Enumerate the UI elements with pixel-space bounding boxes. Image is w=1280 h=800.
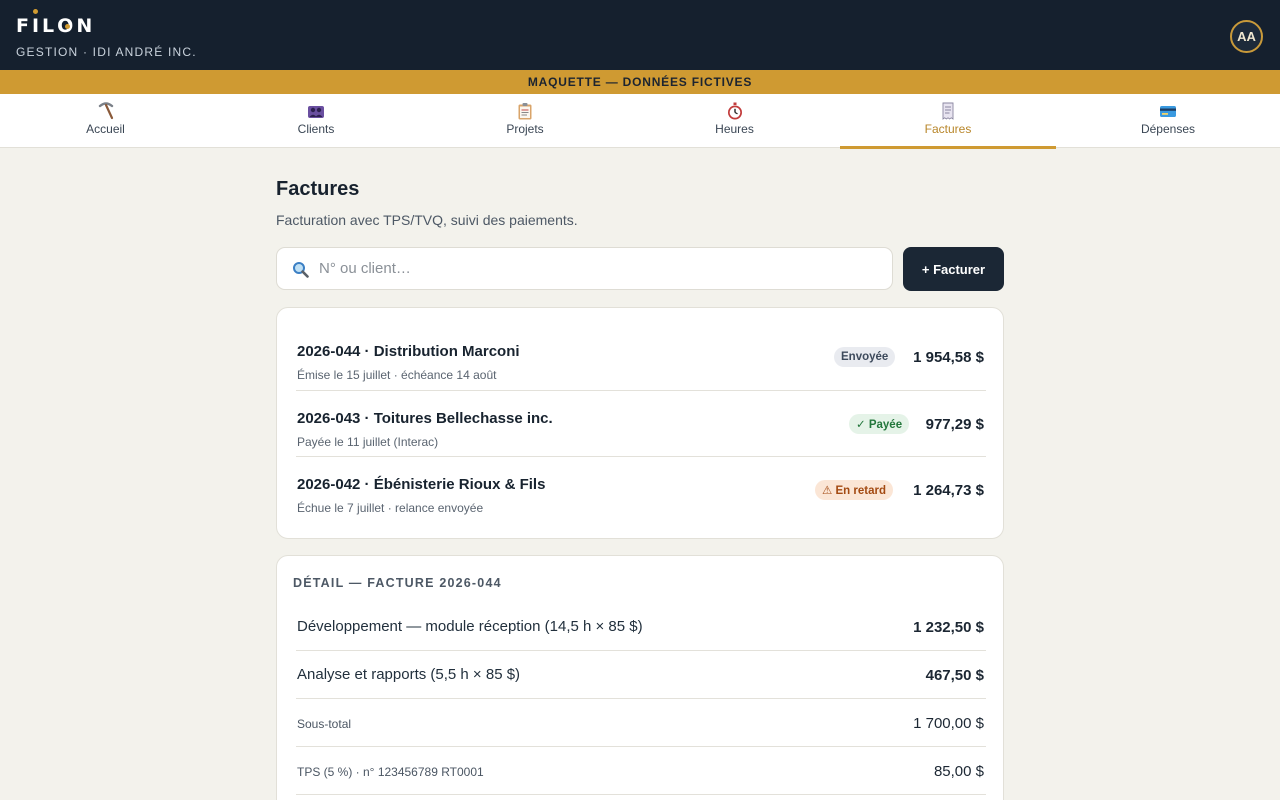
status-badge: Envoyée — [834, 347, 896, 367]
invoice-row[interactable]: 2026-043 · Toitures Bellechasse inc. Pay… — [296, 390, 986, 456]
company-subtitle: GESTION · IDI ANDRÉ INC. — [16, 45, 197, 59]
receipt-icon — [939, 102, 957, 120]
search-icon — [292, 261, 309, 278]
clipboard-icon — [516, 102, 534, 120]
invoice-meta: Payée le 11 juillet (Interac) — [297, 435, 439, 449]
invoice-row[interactable]: 2026-042 · Ébénisterie Rioux & Fils Échu… — [296, 456, 986, 522]
app-logo[interactable]: FILON — [16, 9, 95, 37]
invoice-amount: 1 954,58 $ — [913, 349, 984, 366]
tab-label: Clients — [297, 122, 335, 136]
mockup-banner: MAQUETTE — DONNÉES FICTIVES — [0, 70, 1280, 94]
tab-depenses[interactable]: Dépenses — [1056, 94, 1280, 148]
tab-label: Heures — [715, 122, 754, 136]
search-input[interactable] — [319, 248, 879, 289]
invoice-title: 2026-043 · Toitures Bellechasse inc. — [297, 410, 553, 427]
line-label: Développement — module réception (14,5 h… — [297, 618, 643, 635]
invoice-meta: Échue le 7 juillet · relance envoyée — [297, 501, 484, 515]
page-title: Factures — [276, 178, 360, 200]
people-icon — [307, 102, 325, 120]
tab-label: Projets — [506, 122, 544, 136]
invoice-list: 2026-044 · Distribution Marconi Émise le… — [276, 307, 1004, 539]
invoice-amount: 1 264,73 $ — [913, 482, 984, 499]
tax-label: TPS (5 %) · n° 123456789 RT0001 — [297, 765, 484, 779]
line-label: Analyse et rapports (5,5 h × 85 $) — [297, 666, 521, 683]
pickaxe-icon — [97, 102, 115, 120]
subtotal-value: 1 700,00 $ — [913, 715, 984, 732]
subtotal-row: Sous-total 1 700,00 $ — [296, 699, 986, 747]
tax-value: 85,00 $ — [933, 763, 984, 780]
main-nav: Accueil Clients Projets Heures Factures … — [0, 94, 1280, 149]
tax-row: TPS (5 %) · n° 123456789 RT0001 85,00 $ — [296, 747, 986, 795]
add-invoice-button[interactable]: + Facturer — [903, 247, 1004, 291]
search-box — [276, 247, 893, 290]
invoice-row[interactable]: 2026-044 · Distribution Marconi Émise le… — [296, 324, 986, 390]
invoice-meta: Émise le 15 juillet · échéance 14 août — [297, 368, 497, 382]
status-badge: ✓ Payée — [849, 414, 910, 434]
status-badge: ⚠ En retard — [815, 480, 893, 500]
line-item: Développement — module réception (14,5 h… — [296, 603, 986, 651]
tab-label: Factures — [924, 122, 972, 136]
page-subtitle: Facturation avec TPS/TVQ, suivi des paie… — [276, 212, 578, 228]
tab-accueil[interactable]: Accueil — [0, 94, 211, 148]
subtotal-label: Sous-total — [297, 717, 352, 731]
invoice-title: 2026-044 · Distribution Marconi — [297, 343, 520, 360]
tab-label: Dépenses — [1140, 122, 1196, 136]
tab-clients[interactable]: Clients — [211, 94, 421, 148]
user-avatar[interactable]: AA — [1230, 20, 1263, 53]
tab-heures[interactable]: Heures — [629, 94, 840, 148]
app-header: FILON GESTION · IDI ANDRÉ INC. AA — [0, 0, 1280, 70]
invoice-title: 2026-042 · Ébénisterie Rioux & Fils — [297, 476, 546, 493]
tab-factures[interactable]: Factures — [840, 94, 1056, 149]
tab-label: Accueil — [86, 122, 125, 136]
line-item: Analyse et rapports (5,5 h × 85 $) 467,5… — [296, 651, 986, 699]
stopwatch-icon — [726, 102, 744, 120]
credit-card-icon — [1159, 102, 1177, 120]
tab-projets[interactable]: Projets — [421, 94, 629, 148]
detail-heading: DÉTAIL — FACTURE 2026-044 — [293, 576, 502, 590]
line-value: 467,50 $ — [925, 667, 984, 684]
line-value: 1 232,50 $ — [913, 619, 984, 636]
invoice-amount: 977,29 $ — [925, 416, 984, 433]
invoice-detail: DÉTAIL — FACTURE 2026-044 Développement … — [276, 555, 1004, 800]
